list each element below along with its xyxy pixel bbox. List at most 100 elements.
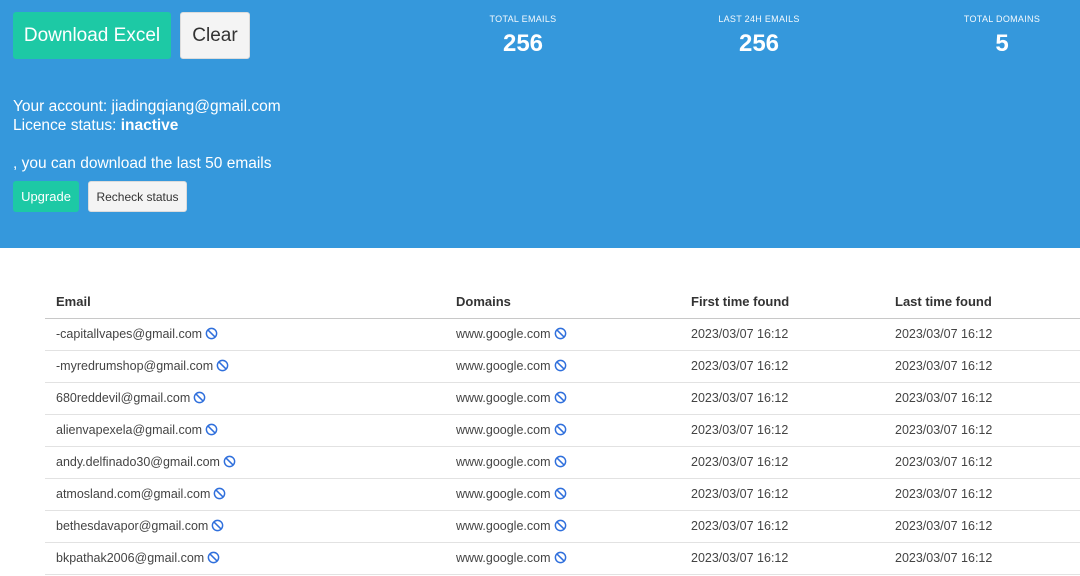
table-body: -capitallvapes@gmail.com www.google.com 20… [45, 318, 1080, 575]
table-row: bkpathak2006@gmail.com www.google.com 2023… [45, 542, 1080, 575]
account-info: Your account: jiadingqiang@gmail.com Lic… [13, 97, 281, 135]
block-email-icon[interactable] [193, 391, 206, 404]
cell-domain: www.google.com [445, 542, 680, 575]
cell-domain: www.google.com [445, 446, 680, 479]
cell-last-found: 2023/03/07 16:12 [884, 446, 1080, 479]
block-email-icon[interactable] [207, 551, 220, 564]
block-domain-icon[interactable] [554, 327, 567, 340]
cell-first-found: 2023/03/07 16:12 [680, 446, 884, 479]
block-domain-icon[interactable] [554, 391, 567, 404]
column-header-first-found[interactable]: First time found [680, 286, 884, 319]
table-header-row: Email Domains First time found Last time… [45, 286, 1080, 319]
block-email-icon[interactable] [213, 487, 226, 500]
block-domain-icon[interactable] [554, 359, 567, 372]
block-email-icon[interactable] [216, 359, 229, 372]
cell-domain: www.google.com [445, 510, 680, 543]
email-text: bethesdavapor@gmail.com [56, 519, 209, 533]
account-prefix: Your account: [13, 98, 112, 115]
table-row: bethesdavapor@gmail.com www.google.com 202… [45, 510, 1080, 543]
cell-last-found: 2023/03/07 16:12 [884, 350, 1080, 383]
cell-last-found: 2023/03/07 16:12 [884, 318, 1080, 351]
stat-total-domains-value: 5 [995, 30, 1009, 57]
column-header-email[interactable]: Email [45, 286, 445, 319]
cell-email: -myredrumshop@gmail.com [45, 350, 445, 383]
cell-email: atmosland.com@gmail.com [45, 478, 445, 511]
domain-text: www.google.com [456, 391, 551, 405]
cell-first-found: 2023/03/07 16:12 [680, 350, 884, 383]
cell-domain: www.google.com [445, 414, 680, 447]
column-header-domains[interactable]: Domains [445, 286, 680, 319]
table-row: 680reddevil@gmail.com www.google.com 2023/… [45, 382, 1080, 415]
account-line: Your account: jiadingqiang@gmail.com [13, 97, 281, 116]
table-row: -capitallvapes@gmail.com www.google.com 20… [45, 318, 1080, 351]
block-email-icon[interactable] [205, 423, 218, 436]
cell-last-found: 2023/03/07 16:12 [884, 510, 1080, 543]
cell-email: bkpathak2006@gmail.com [45, 542, 445, 575]
cell-first-found: 2023/03/07 16:12 [680, 510, 884, 543]
licence-line: Licence status: inactive [13, 116, 281, 135]
cell-domain: www.google.com [445, 478, 680, 511]
stat-total-domains-label: TOTAL DOMAINS [963, 14, 1041, 24]
email-text: -myredrumshop@gmail.com [56, 359, 214, 373]
download-excel-button[interactable]: Download Excel [13, 12, 171, 59]
email-text: atmosland.com@gmail.com [56, 487, 211, 501]
cell-last-found: 2023/03/07 16:12 [884, 478, 1080, 511]
cell-first-found: 2023/03/07 16:12 [680, 478, 884, 511]
cell-last-found: 2023/03/07 16:12 [884, 414, 1080, 447]
table-row: -myredrumshop@gmail.com www.google.com 202… [45, 350, 1080, 383]
cell-domain: www.google.com [445, 382, 680, 415]
domain-text: www.google.com [456, 455, 551, 469]
cell-domain: www.google.com [445, 318, 680, 351]
emails-table-container: Email Domains First time found Last time… [45, 286, 1080, 575]
stat-total-emails: TOTAL EMAILS 256 [463, 14, 583, 58]
table-row: andy.delfinado30@gmail.com www.google.com… [45, 446, 1080, 479]
cell-email: alienvapexela@gmail.com [45, 414, 445, 447]
cell-email: bethesdavapor@gmail.com [45, 510, 445, 543]
account-email: jiadingqiang@gmail.com [111, 98, 281, 115]
stat-last24h-emails-value: 256 [738, 30, 780, 57]
block-domain-icon[interactable] [554, 455, 567, 468]
clear-button[interactable]: Clear [180, 12, 250, 59]
licence-status: inactive [120, 117, 179, 134]
cell-email: andy.delfinado30@gmail.com [45, 446, 445, 479]
column-header-last-found[interactable]: Last time found [884, 286, 1080, 319]
table-row: atmosland.com@gmail.com www.google.com 202… [45, 478, 1080, 511]
block-email-icon[interactable] [205, 327, 218, 340]
block-email-icon[interactable] [223, 455, 236, 468]
domain-text: www.google.com [456, 487, 551, 501]
upgrade-button[interactable]: Upgrade [13, 181, 79, 212]
header-panel: Download Excel Clear TOTAL EMAILS 256 LA… [0, 0, 1080, 248]
stat-total-emails-label: TOTAL EMAILS [489, 14, 557, 24]
domain-text: www.google.com [456, 327, 551, 341]
email-text: andy.delfinado30@gmail.com [56, 455, 220, 469]
stat-total-domains: TOTAL DOMAINS 5 [942, 14, 1062, 58]
cell-email: -capitallvapes@gmail.com [45, 318, 445, 351]
download-limit-note: , you can download the last 50 emails [13, 155, 272, 172]
block-domain-icon[interactable] [554, 551, 567, 564]
cell-domain: www.google.com [445, 350, 680, 383]
email-text: alienvapexela@gmail.com [56, 423, 203, 437]
domain-text: www.google.com [456, 551, 551, 565]
stat-last24h-emails-label: LAST 24H EMAILS [718, 14, 800, 24]
recheck-status-button[interactable]: Recheck status [88, 181, 187, 212]
block-domain-icon[interactable] [554, 487, 567, 500]
table-row: alienvapexela@gmail.com www.google.com 202… [45, 414, 1080, 447]
block-domain-icon[interactable] [554, 423, 567, 436]
block-domain-icon[interactable] [554, 519, 567, 532]
domain-text: www.google.com [456, 359, 551, 373]
cell-first-found: 2023/03/07 16:12 [680, 382, 884, 415]
block-email-icon[interactable] [211, 519, 224, 532]
cell-first-found: 2023/03/07 16:12 [680, 542, 884, 575]
stat-total-emails-value: 256 [502, 30, 544, 57]
cell-email: 680reddevil@gmail.com [45, 382, 445, 415]
stat-last24h-emails: LAST 24H EMAILS 256 [699, 14, 819, 58]
cell-last-found: 2023/03/07 16:12 [884, 382, 1080, 415]
cell-first-found: 2023/03/07 16:12 [680, 414, 884, 447]
email-text: 680reddevil@gmail.com [56, 391, 191, 405]
cell-first-found: 2023/03/07 16:12 [680, 318, 884, 351]
email-text: bkpathak2006@gmail.com [56, 551, 205, 565]
cell-last-found: 2023/03/07 16:12 [884, 542, 1080, 575]
domain-text: www.google.com [456, 423, 551, 437]
licence-prefix: Licence status: [13, 117, 121, 134]
domain-text: www.google.com [456, 519, 551, 533]
